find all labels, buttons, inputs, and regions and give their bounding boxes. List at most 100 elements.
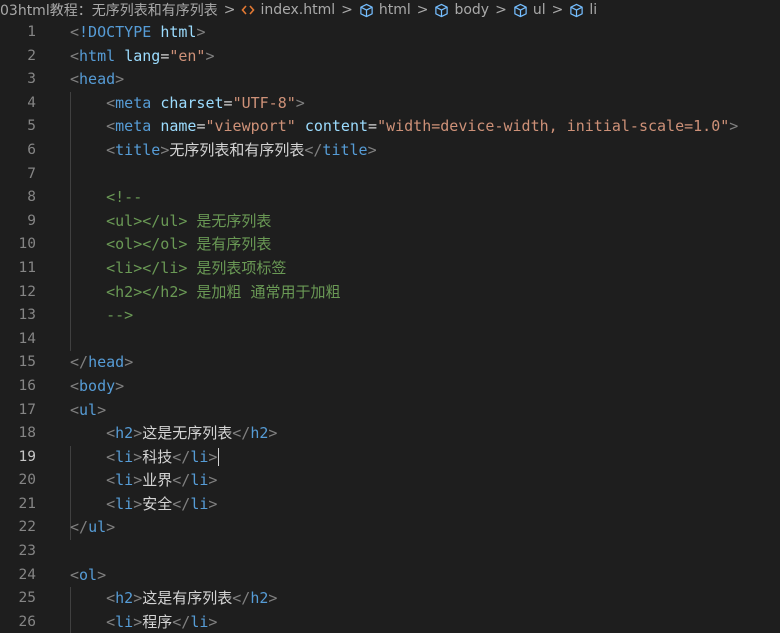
line-number: 10 — [18, 236, 36, 253]
code-line[interactable]: 23 — [0, 540, 780, 564]
line-number: 15 — [18, 354, 36, 371]
line-number: 24 — [18, 566, 36, 583]
code-line[interactable]: 18 <h2>这是无序列表</h2> — [0, 422, 780, 446]
code-editor[interactable]: 03html教程：无序列表和有序列表 > index.html > html >… — [0, 0, 780, 633]
code-line[interactable]: 15 </head> — [0, 351, 780, 375]
code-area[interactable]: 1 <!DOCTYPE html> 2 <html lang="en"> 3 <head>… — [0, 21, 780, 633]
code-line[interactable]: 4 <meta charset="UTF-8"> — [0, 92, 780, 116]
code-text[interactable]: <li>安全</li> — [70, 493, 217, 517]
code-line[interactable]: 7 — [0, 163, 780, 187]
code-line[interactable]: 2 <html lang="en"> — [0, 45, 780, 69]
breadcrumb-folder[interactable]: 03html教程：无序列表和有序列表 — [0, 0, 218, 20]
code-line[interactable]: 16 <body> — [0, 375, 780, 399]
code-token: title — [322, 140, 368, 159]
code-line[interactable]: 1 <!DOCTYPE html> — [0, 21, 780, 45]
code-text[interactable]: <h2>这是有序列表</h2> — [70, 587, 277, 611]
code-text[interactable]: <ol></ol> 是有序列表 — [70, 233, 271, 257]
breadcrumb-separator: > — [495, 2, 507, 18]
code-text[interactable]: <li></li> 是列表项标签 — [70, 257, 286, 281]
code-line[interactable]: 20 <li>业界</li> — [0, 469, 780, 493]
code-line[interactable]: 19 <li>科技</li> — [0, 446, 780, 470]
code-token: > — [268, 424, 278, 443]
code-line[interactable]: 8 <!-- — [0, 186, 780, 210]
line-number: 5 — [27, 118, 36, 135]
code-token: </ — [172, 447, 191, 466]
code-line[interactable]: 11 <li></li> 是列表项标签 — [0, 257, 780, 281]
code-line[interactable]: 6 <title>无序列表和有序列表</title> — [0, 139, 780, 163]
breadcrumb-file[interactable]: index.html — [241, 2, 335, 18]
code-token: <ol></ol> 是有序列表 — [106, 235, 272, 254]
code-line[interactable]: 3 <head> — [0, 68, 780, 92]
code-line[interactable]: 17 <ul> — [0, 399, 780, 423]
line-number: 17 — [18, 401, 36, 418]
code-token: 这是无序列表 — [142, 424, 233, 443]
code-line[interactable]: 13 --> — [0, 304, 780, 328]
code-text[interactable]: <meta charset="UTF-8"> — [70, 92, 305, 116]
code-text[interactable]: </ul> — [70, 516, 115, 540]
line-number: 26 — [18, 613, 36, 630]
code-token: < — [106, 424, 116, 443]
code-token: 无序列表和有序列表 — [169, 140, 305, 159]
code-token: > — [295, 93, 305, 112]
code-token: h2 — [250, 589, 269, 608]
code-text[interactable]: <meta name="viewport" content="width=dev… — [70, 115, 738, 139]
code-token: > — [208, 494, 218, 513]
breadcrumb-symbol-ul[interactable]: ul — [513, 2, 546, 18]
code-text[interactable]: </head> — [70, 351, 133, 375]
breadcrumb-separator: > — [223, 2, 236, 18]
code-token: meta — [115, 117, 152, 136]
code-text[interactable]: <h2>这是无序列表</h2> — [70, 422, 277, 446]
breadcrumb-separator: > — [416, 2, 429, 18]
code-token: 程序 — [142, 612, 173, 631]
code-token: < — [70, 23, 80, 41]
code-text[interactable]: <li>业界</li> — [70, 469, 217, 493]
code-text[interactable]: <html lang="en"> — [70, 45, 215, 69]
code-token: > — [115, 376, 125, 395]
breadcrumb-symbol-body[interactable]: body — [434, 2, 489, 18]
code-text[interactable]: <!DOCTYPE html> — [70, 21, 205, 45]
code-line[interactable]: 22 </ul> — [0, 516, 780, 540]
code-text[interactable]: <ul></ul> 是无序列表 — [70, 210, 271, 234]
breadcrumb-symbol-li[interactable]: li — [569, 2, 597, 18]
code-token: > — [205, 46, 215, 65]
code-line[interactable]: 5 <meta name="viewport" content="width=d… — [0, 115, 780, 139]
cube-icon — [434, 3, 449, 18]
code-text[interactable]: <ul> — [70, 399, 106, 423]
code-line[interactable]: 24 <ol> — [0, 564, 780, 588]
code-text[interactable]: <ol> — [70, 564, 106, 588]
code-token: > — [106, 518, 116, 537]
code-token: html — [79, 46, 116, 65]
code-text[interactable]: <body> — [70, 375, 124, 399]
line-number: 12 — [18, 283, 36, 300]
code-token: > — [160, 140, 170, 159]
code-token: < — [70, 400, 80, 419]
code-text[interactable]: <!-- — [70, 186, 142, 210]
code-text[interactable]: <h2></h2> 是加粗 通常用于加粗 — [70, 281, 340, 305]
code-token: 科技 — [142, 447, 173, 466]
code-token: --> — [106, 306, 134, 325]
code-text[interactable]: <title>无序列表和有序列表</title> — [70, 139, 376, 163]
line-number: 3 — [27, 71, 36, 88]
code-line[interactable]: 12 <h2></h2> 是加粗 通常用于加粗 — [0, 281, 780, 305]
breadcrumb-file-label: index.html — [260, 2, 336, 18]
code-line[interactable]: 21 <li>安全</li> — [0, 493, 780, 517]
code-text[interactable]: <head> — [70, 68, 124, 92]
code-text[interactable]: --> — [70, 304, 133, 328]
breadcrumb: 03html教程：无序列表和有序列表 > index.html > html >… — [0, 0, 780, 20]
line-number: 20 — [18, 472, 36, 489]
code-token: "viewport" — [205, 117, 296, 136]
code-token: "en" — [169, 46, 206, 65]
code-line[interactable]: 9 <ul></ul> 是无序列表 — [0, 210, 780, 234]
code-line[interactable]: 10 <ol></ol> 是有序列表 — [0, 233, 780, 257]
line-number: 6 — [27, 141, 36, 158]
code-token: > — [124, 353, 134, 372]
code-line[interactable]: 14 — [0, 328, 780, 352]
code-text[interactable]: <li>科技</li> — [70, 446, 220, 470]
breadcrumb-symbol-html[interactable]: html — [359, 2, 411, 18]
code-line[interactable]: 25 <h2>这是有序列表</h2> — [0, 587, 780, 611]
code-line[interactable]: 26 <li>程序</li> — [0, 611, 780, 633]
code-token: "UTF-8" — [232, 93, 296, 112]
code-token: > — [133, 424, 143, 443]
breadcrumb-symbol-label: li — [589, 2, 598, 18]
code-text[interactable]: <li>程序</li> — [70, 611, 217, 633]
